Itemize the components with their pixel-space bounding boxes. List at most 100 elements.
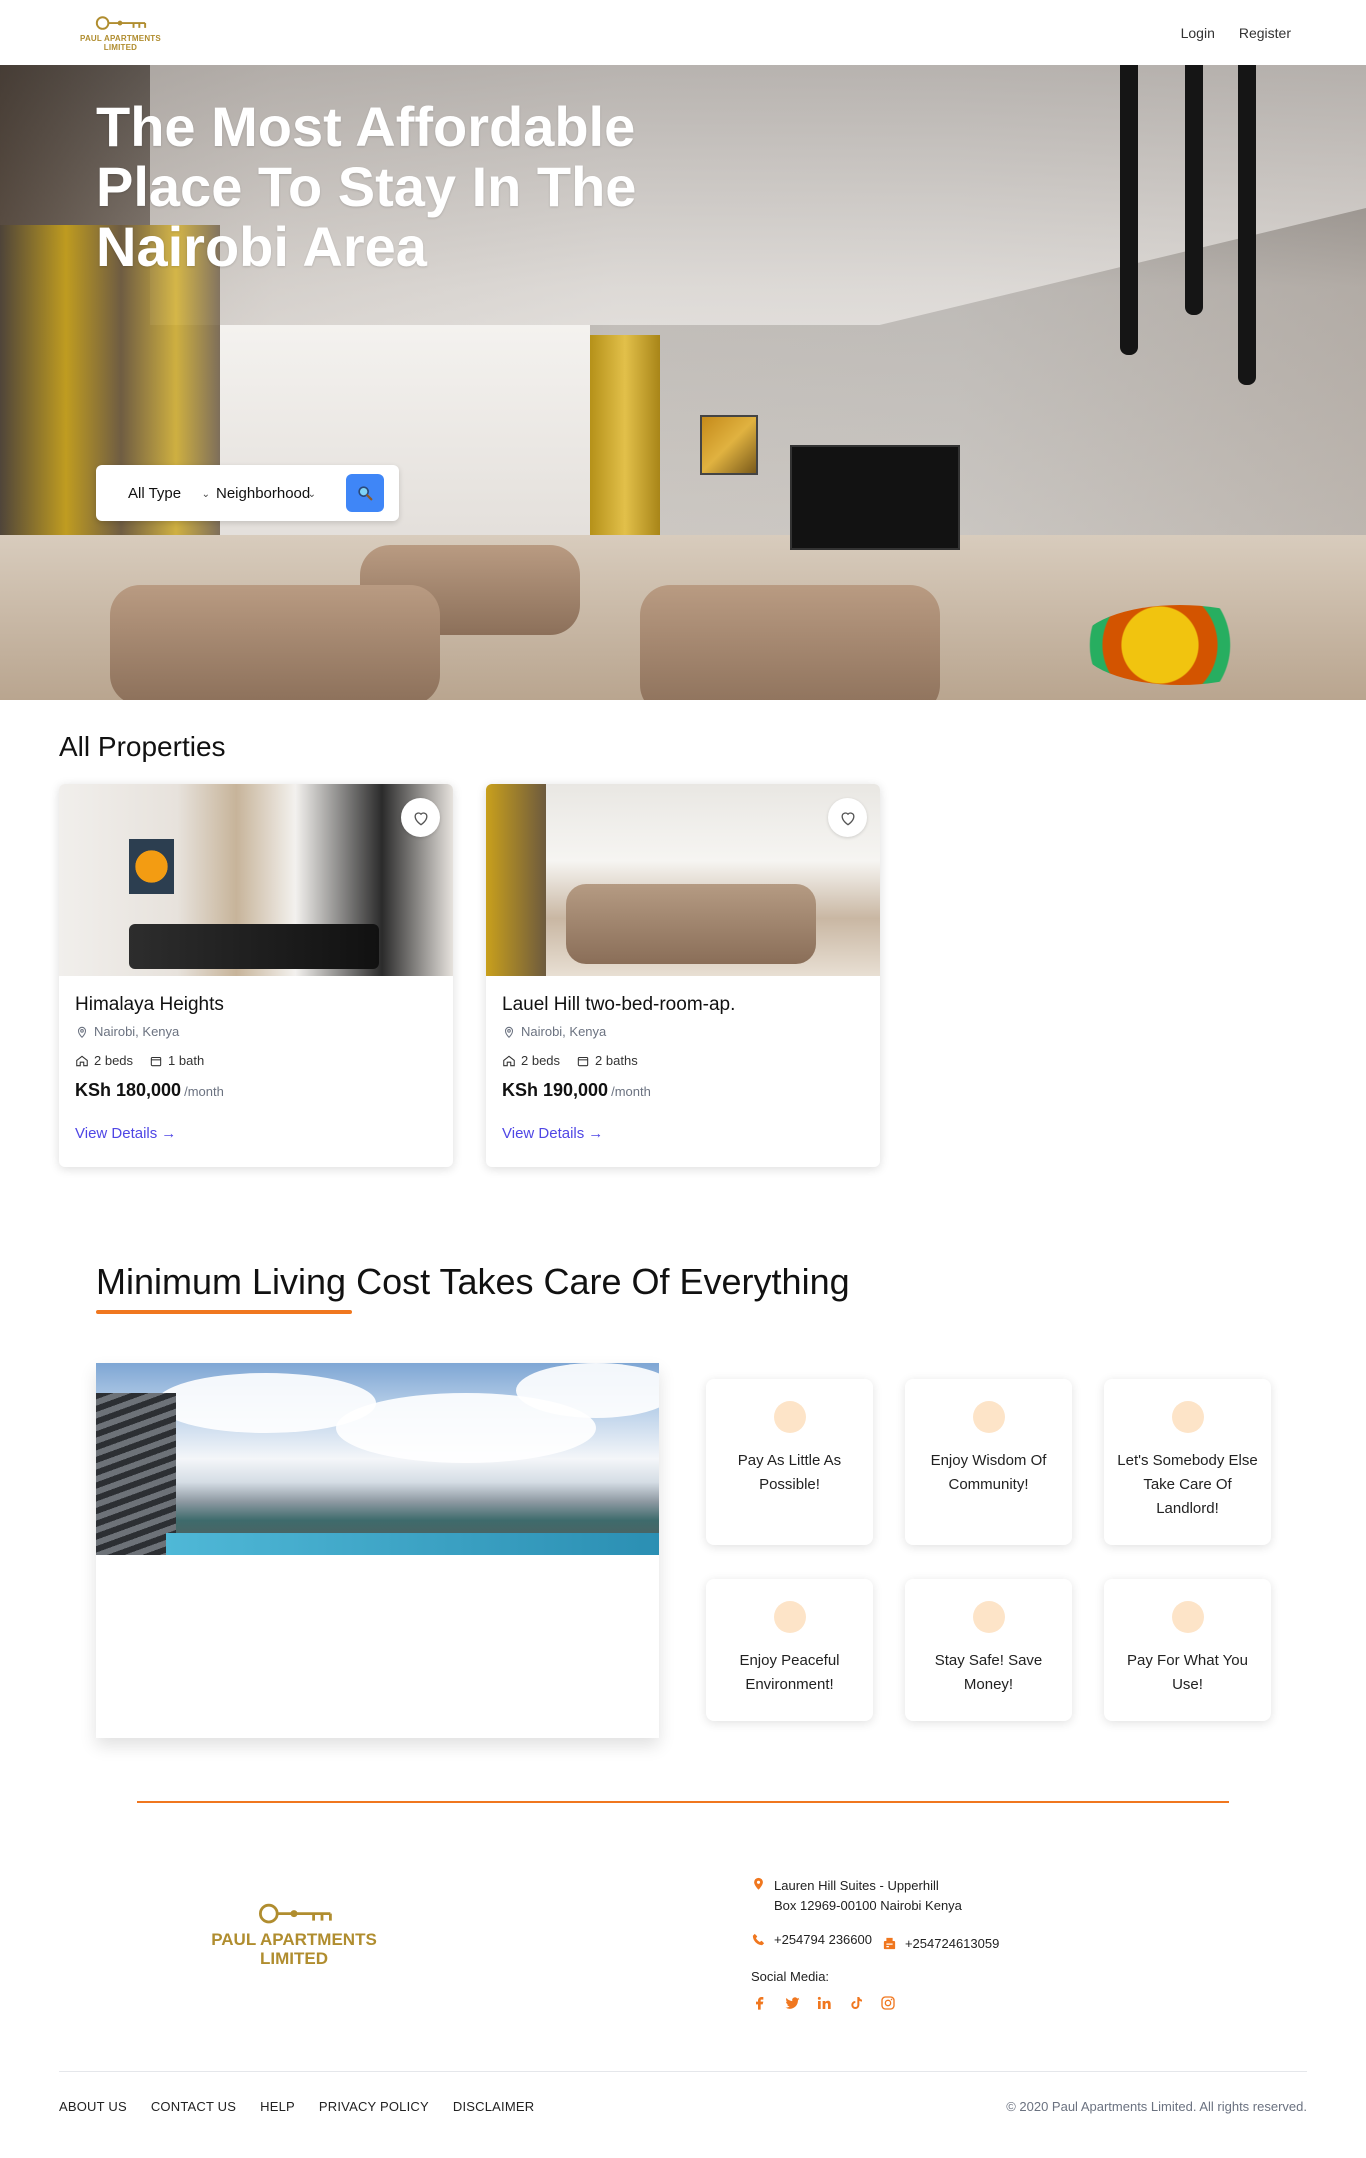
brand-name-line1: PAUL APARTMENTS <box>80 33 161 43</box>
fax-icon <box>883 1937 896 1950</box>
feature-text: Pay As Little As Possible! <box>737 1452 842 1493</box>
hero-photo-sofa <box>640 585 940 700</box>
view-details-link[interactable]: View Details → <box>75 1125 437 1142</box>
facebook-icon[interactable] <box>751 1994 769 2012</box>
login-link[interactable]: Login <box>1181 25 1215 41</box>
hero-photo-pendant <box>1120 65 1138 355</box>
footer-logo[interactable]: PAUL APARTMENTS LIMITED <box>210 1900 378 1968</box>
arrow-right-icon: → <box>588 1125 604 1142</box>
feature-dot-icon <box>773 1401 806 1433</box>
city-view-image <box>96 1363 659 1555</box>
hero-title: The Most Affordable Place To Stay In The… <box>96 95 637 278</box>
price-value: KSh 180,000 <box>75 1080 182 1100</box>
favorite-button[interactable] <box>401 798 440 837</box>
price-period: /month <box>184 1084 224 1099</box>
brand-logo[interactable]: PAUL APARTMENTS LIMITED <box>80 14 161 52</box>
home-icon <box>76 1055 88 1066</box>
home-icon <box>503 1055 515 1066</box>
header-nav: Login Register <box>1181 25 1291 41</box>
key-logo-icon <box>96 15 147 30</box>
feature-card: Enjoy Wisdom Of Community! <box>905 1379 1072 1545</box>
title-underline <box>96 1310 352 1314</box>
feature-dot-icon <box>1171 1601 1204 1633</box>
about-us-link[interactable]: ABOUT US <box>59 2099 127 2114</box>
feature-text: Enjoy Peaceful Environment! <box>739 1652 840 1693</box>
location-text: Nairobi, Kenya <box>94 1024 180 1039</box>
social-links <box>751 1994 999 2012</box>
bath-icon <box>150 1056 162 1066</box>
register-link[interactable]: Register <box>1239 25 1291 41</box>
property-specs: 2 beds 2 baths <box>502 1053 864 1068</box>
address-line2: Box 12969-00100 Nairobi Kenya <box>774 1898 962 1913</box>
view-details-label: View Details <box>502 1125 585 1142</box>
feature-card: Stay Safe! Save Money! <box>905 1579 1072 1721</box>
property-image[interactable] <box>486 784 880 976</box>
arrow-right-icon: → <box>161 1125 177 1142</box>
copyright-text: © 2020 Paul Apartments Limited. All righ… <box>1006 2099 1307 2114</box>
feature-dot-icon <box>972 1401 1005 1433</box>
site-header: PAUL APARTMENTS LIMITED Login Register <box>0 0 1366 65</box>
phone-icon <box>752 1933 765 1946</box>
features-image-card <box>96 1363 659 1738</box>
property-price: KSh 190,000/month <box>502 1080 864 1101</box>
search-icon <box>358 486 373 501</box>
image-staircase <box>96 1393 176 1555</box>
baths-count: 2 baths <box>595 1053 638 1068</box>
bath-icon <box>577 1056 589 1066</box>
view-details-link[interactable]: View Details → <box>502 1125 864 1142</box>
feature-dot-icon <box>972 1601 1005 1633</box>
property-search-bar: All Type ⌄ Neighborhood ⌄ <box>96 465 399 521</box>
phone1-text: +254794 236600 <box>774 1932 872 1947</box>
chevron-down-icon: ⌄ <box>307 488 316 500</box>
feature-card: Pay For What You Use! <box>1104 1579 1271 1721</box>
search-button[interactable] <box>346 474 384 512</box>
key-logo-icon <box>259 1903 332 1924</box>
property-card[interactable]: Himalaya Heights Nairobi, Kenya 2 beds 1… <box>59 784 453 1167</box>
brand-name-line2: LIMITED <box>260 1949 328 1968</box>
disclaimer-link[interactable]: DISCLAIMER <box>453 2099 534 2114</box>
property-card[interactable]: Lauel Hill two-bed-room-ap. Nairobi, Ken… <box>486 784 880 1167</box>
hero-photo-sofa <box>110 585 440 700</box>
address-line1: Lauren Hill Suites - Upperhill <box>774 1878 939 1893</box>
footer-contact: Lauren Hill Suites - Upperhill Box 12969… <box>751 1876 999 2012</box>
footer-divider <box>59 2071 1307 2072</box>
feature-card: Pay As Little As Possible! <box>706 1379 873 1545</box>
type-select[interactable]: All Type ⌄ <box>128 485 216 502</box>
feature-dot-icon <box>773 1601 806 1633</box>
linkedin-icon[interactable] <box>815 1994 833 2012</box>
feature-dot-icon <box>1171 1401 1204 1433</box>
phone2-text: +254724613059 <box>904 1936 1000 1951</box>
hero-photo-painting <box>700 415 758 475</box>
fax-contact[interactable]: +254724613059 <box>882 1936 999 1951</box>
type-select-value: All Type <box>128 484 182 502</box>
neighborhood-select[interactable]: Neighborhood ⌄ <box>216 485 322 502</box>
properties-section-title: All Properties <box>59 731 226 762</box>
contact-us-link[interactable]: CONTACT US <box>151 2099 236 2114</box>
feature-text: Enjoy Wisdom Of Community! <box>930 1452 1047 1493</box>
feature-card: Enjoy Peaceful Environment! <box>706 1579 873 1721</box>
map-pin-icon <box>77 1026 87 1038</box>
price-period: /month <box>611 1084 651 1099</box>
location-text: Nairobi, Kenya <box>521 1024 607 1039</box>
phone-contact[interactable]: +254794 236600 <box>751 1932 872 1947</box>
twitter-icon[interactable] <box>783 1994 801 2012</box>
feature-text: Let's Somebody Else Take Care Of Landlor… <box>1117 1452 1258 1517</box>
instagram-icon[interactable] <box>879 1994 897 2012</box>
map-pin-icon <box>504 1026 514 1038</box>
property-image[interactable] <box>59 784 453 976</box>
property-location: Nairobi, Kenya <box>502 1024 864 1039</box>
footer-links: ABOUT US CONTACT US HELP PRIVACY POLICY … <box>59 2099 534 2114</box>
favorite-button[interactable] <box>828 798 867 837</box>
tiktok-icon[interactable] <box>847 1994 865 2012</box>
hero-photo-fruit <box>1080 605 1280 685</box>
section-divider <box>137 1801 1229 1803</box>
brand-name-line1: PAUL APARTMENTS <box>211 1930 377 1949</box>
image-pool <box>166 1533 659 1555</box>
heart-icon <box>413 811 428 825</box>
privacy-policy-link[interactable]: PRIVACY POLICY <box>319 2099 429 2114</box>
help-link[interactable]: HELP <box>260 2099 295 2114</box>
heart-icon <box>840 811 855 825</box>
chevron-down-icon: ⌄ <box>201 488 210 500</box>
feature-text: Stay Safe! Save Money! <box>934 1652 1043 1693</box>
social-media-label: Social Media: <box>751 1969 830 1984</box>
